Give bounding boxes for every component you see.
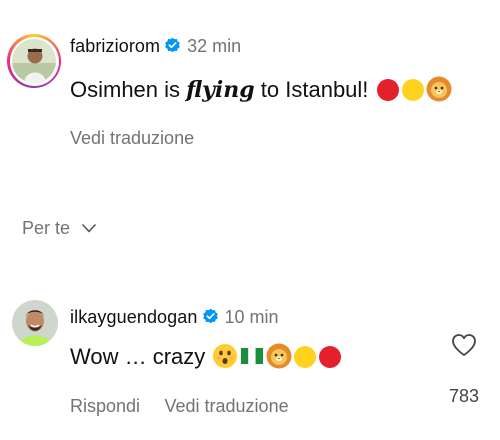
heart-icon	[451, 334, 477, 361]
like-button[interactable]	[451, 333, 477, 362]
sort-filter-label: Per te	[22, 218, 71, 238]
yellow-circle-emoji	[293, 345, 317, 375]
chevron-down-icon	[82, 220, 97, 238]
like-count: 783	[449, 386, 480, 406]
comment1-text-italic: flying	[186, 77, 255, 103]
comment1-header: fabriziorom 32 min	[70, 36, 241, 57]
avatar-fabriziorom[interactable]	[7, 34, 61, 88]
comment1-time: 32 min	[187, 36, 242, 56]
yellow-circle-emoji	[401, 78, 425, 108]
red-circle-emoji	[318, 345, 342, 375]
lion-face-emoji	[426, 76, 452, 108]
comment1-text-after: to Istanbul!	[254, 77, 369, 102]
comment1-text-before: Osimhen is	[70, 77, 187, 102]
avatar-photo	[12, 300, 58, 346]
verified-badge-icon	[202, 308, 219, 325]
comment2-text-body: Wow … crazy	[70, 344, 206, 369]
avatar-ilkayguendogan[interactable]	[12, 300, 58, 346]
comment2-header: ilkayguendogan 10 min	[70, 307, 279, 328]
red-circle-emoji	[376, 78, 400, 108]
sort-filter-dropdown[interactable]: Per te	[22, 218, 97, 239]
avatar-photo	[12, 39, 56, 83]
comment2-actions: Rispondi Vedi traduzione	[70, 396, 289, 417]
lion-face-emoji	[266, 343, 292, 375]
nigeria-flag-emoji	[239, 343, 265, 375]
comment1-translate-link[interactable]: Vedi traduzione	[70, 128, 194, 149]
comment2-translate-link[interactable]: Vedi traduzione	[165, 396, 289, 416]
comment1-text: Osimhen is flying to Istanbul!	[70, 76, 452, 108]
comment1-username[interactable]: fabriziorom	[70, 36, 160, 56]
reply-button[interactable]: Rispondi	[70, 396, 140, 416]
comment2-text: Wow … crazy	[70, 343, 342, 375]
astonished-face-emoji	[212, 343, 238, 375]
comment2-time: 10 min	[224, 307, 279, 327]
verified-badge-icon	[164, 37, 181, 54]
comment2-username[interactable]: ilkayguendogan	[70, 307, 198, 327]
